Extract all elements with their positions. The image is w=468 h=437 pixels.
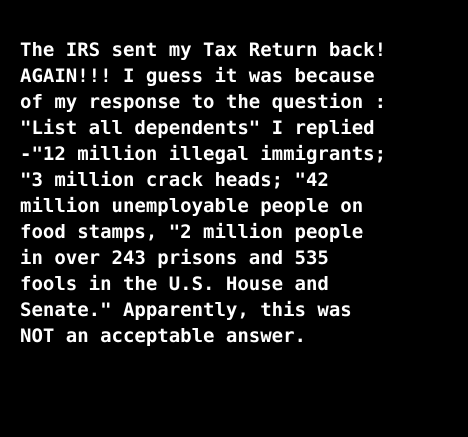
text-line: million unemployable people on <box>20 195 364 217</box>
text-line: food stamps, "2 million people <box>20 221 364 243</box>
text-line: Senate." Apparently, this was <box>20 299 352 321</box>
text-line: "3 million crack heads; "42 <box>20 169 329 191</box>
text-line: of my response to the question : <box>20 91 387 113</box>
text-line: AGAIN!!! I guess it was because <box>20 65 375 87</box>
text-line: NOT an acceptable answer. <box>20 325 306 347</box>
text-line: "List all dependents" I replied <box>20 117 375 139</box>
meme-image: The IRS sent my Tax Return back! AGAIN!!… <box>0 0 468 437</box>
text-line: in over 243 prisons and 535 <box>20 247 329 269</box>
text-line: fools in the U.S. House and <box>20 273 329 295</box>
text-line: The IRS sent my Tax Return back! <box>20 39 387 61</box>
text-line: -"12 million illegal immigrants; <box>20 143 387 165</box>
meme-text: The IRS sent my Tax Return back! AGAIN!!… <box>20 37 460 349</box>
